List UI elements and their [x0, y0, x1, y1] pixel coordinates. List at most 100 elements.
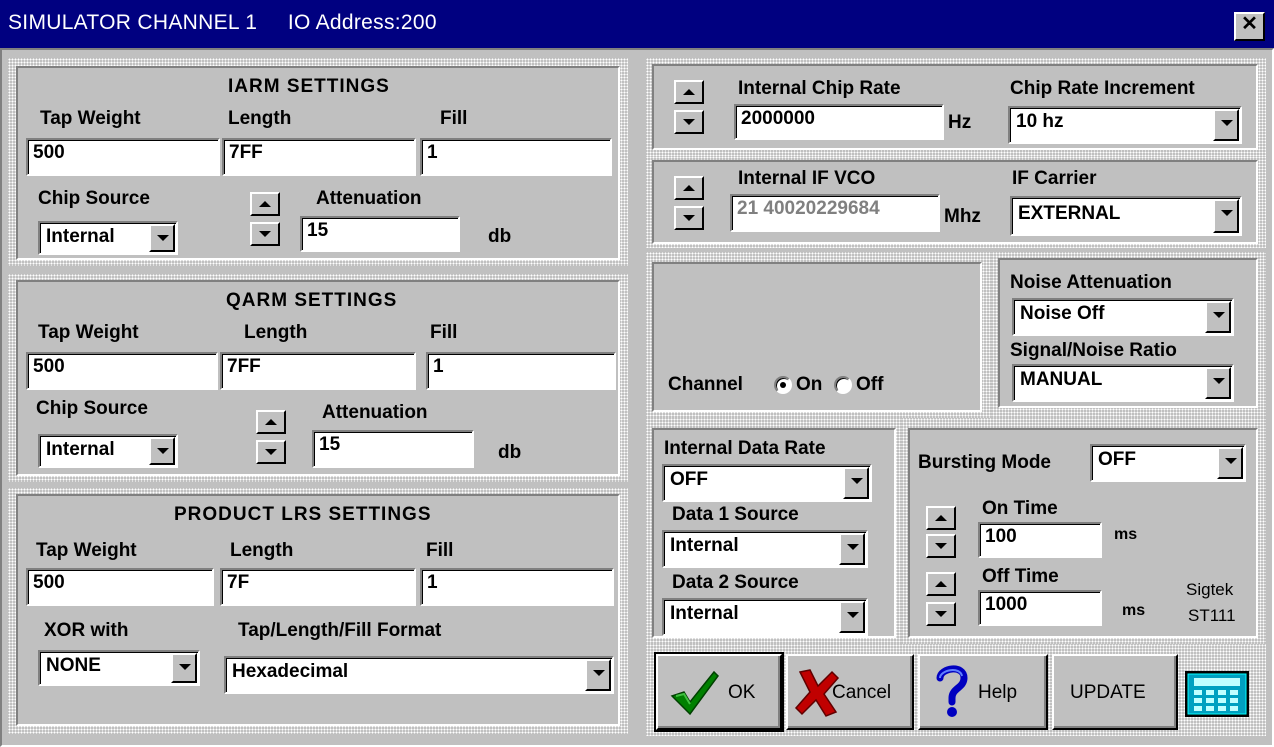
- data2-source-value: Internal: [670, 603, 739, 624]
- chip-rate-input[interactable]: 2000000: [734, 104, 944, 140]
- qarm-heading: QARM SETTINGS: [226, 290, 398, 311]
- update-button[interactable]: UPDATE: [1052, 654, 1178, 730]
- off-time-down-button[interactable]: [926, 602, 956, 626]
- qarm-tap-weight-input[interactable]: 500: [26, 352, 218, 390]
- if-vco-down-button[interactable]: [674, 206, 704, 230]
- chevron-down-icon[interactable]: [1213, 199, 1239, 233]
- keypad-icon: [1185, 671, 1249, 717]
- on-time-up-button[interactable]: [926, 506, 956, 530]
- chevron-down-icon[interactable]: [1213, 109, 1239, 141]
- iarm-length-input[interactable]: 7FF: [222, 138, 416, 176]
- ok-button[interactable]: OK: [654, 652, 784, 732]
- update-label: UPDATE: [1070, 682, 1146, 703]
- iarm-chip-source-select[interactable]: Internal: [38, 221, 178, 255]
- if-carrier-select[interactable]: EXTERNAL: [1010, 196, 1242, 236]
- chevron-down-icon[interactable]: [839, 533, 865, 565]
- iarm-attenuation-unit: db: [488, 226, 512, 247]
- qarm-length-input[interactable]: 7FF: [220, 352, 416, 390]
- channel-off-radio[interactable]: [834, 376, 852, 394]
- if-vco-panel: Internal IF VCO 21 40020229684 Mhz IF Ca…: [652, 160, 1258, 244]
- chevron-down-icon[interactable]: [149, 224, 175, 252]
- chevron-down-icon[interactable]: [839, 601, 865, 633]
- channel-on-radio[interactable]: [774, 376, 792, 394]
- lrs-format-select[interactable]: Hexadecimal: [224, 656, 614, 694]
- noise-attenuation-value: Noise Off: [1020, 303, 1105, 324]
- chevron-down-icon[interactable]: [149, 437, 175, 465]
- iarm-attenuation-label: Attenuation: [316, 188, 422, 209]
- on-time-label: On Time: [982, 498, 1058, 519]
- data2-source-select[interactable]: Internal: [662, 598, 868, 636]
- iarm-fill-input[interactable]: 1: [420, 138, 612, 176]
- iarm-attenuation-input[interactable]: 15: [300, 216, 460, 252]
- iarm-attenuation-down-button[interactable]: [250, 222, 280, 246]
- brand-line1: Sigtek: [1186, 580, 1234, 599]
- chevron-down-icon[interactable]: [1205, 367, 1231, 399]
- data1-source-select[interactable]: Internal: [662, 530, 868, 568]
- snr-value: MANUAL: [1020, 369, 1103, 390]
- keypad-button[interactable]: [1184, 670, 1250, 718]
- brand-line2: ST111: [1188, 606, 1236, 625]
- data1-source-value: Internal: [670, 535, 739, 556]
- lrs-tap-weight-input[interactable]: 500: [26, 568, 214, 606]
- snr-select[interactable]: MANUAL: [1012, 364, 1234, 402]
- iarm-tap-weight-label: Tap Weight: [40, 108, 141, 129]
- on-time-input[interactable]: 100: [978, 522, 1102, 558]
- snr-label: Signal/Noise Ratio: [1010, 340, 1177, 361]
- chevron-down-icon[interactable]: [843, 467, 869, 499]
- if-vco-up-button[interactable]: [674, 176, 704, 200]
- chevron-down-icon[interactable]: [1217, 447, 1243, 479]
- qarm-attenuation-unit: db: [498, 442, 522, 463]
- chip-rate-down-button[interactable]: [674, 110, 704, 134]
- if-carrier-value: EXTERNAL: [1018, 203, 1121, 224]
- cancel-button[interactable]: Cancel: [786, 654, 914, 730]
- chip-rate-up-button[interactable]: [674, 80, 704, 104]
- noise-attenuation-select[interactable]: Noise Off: [1012, 298, 1234, 336]
- data-rate-select[interactable]: OFF: [662, 464, 872, 502]
- iarm-length-label: Length: [228, 108, 292, 129]
- iarm-chip-source-label: Chip Source: [38, 188, 150, 209]
- chip-rate-increment-value: 10 hz: [1016, 111, 1064, 132]
- qarm-attenuation-up-button[interactable]: [256, 410, 286, 434]
- data-rate-label: Internal Data Rate: [664, 438, 826, 459]
- chip-rate-panel: Internal Chip Rate 2000000 Hz Chip Rate …: [652, 64, 1258, 150]
- close-icon: ✕: [1241, 13, 1258, 35]
- chip-rate-increment-select[interactable]: 10 hz: [1008, 106, 1242, 144]
- chevron-down-icon[interactable]: [585, 659, 611, 691]
- channel-panel: Channel On Off: [652, 262, 982, 412]
- ok-label: OK: [728, 682, 756, 703]
- off-time-unit: ms: [1122, 602, 1146, 619]
- close-button[interactable]: ✕: [1234, 12, 1265, 41]
- lrs-panel: PRODUCT LRS SETTINGS Tap Weight Length F…: [16, 494, 620, 726]
- on-time-unit: ms: [1114, 526, 1138, 543]
- on-time-down-button[interactable]: [926, 534, 956, 558]
- data1-source-label: Data 1 Source: [672, 504, 799, 525]
- lrs-tap-weight-label: Tap Weight: [36, 540, 137, 561]
- if-vco-label: Internal IF VCO: [738, 168, 876, 189]
- chip-rate-increment-label: Chip Rate Increment: [1010, 78, 1195, 99]
- help-button[interactable]: Help: [918, 654, 1048, 730]
- lrs-fill-label: Fill: [426, 540, 454, 561]
- qarm-fill-input[interactable]: 1: [426, 352, 616, 390]
- qarm-chip-source-select[interactable]: Internal: [38, 434, 178, 468]
- qarm-chip-source-label: Chip Source: [36, 398, 148, 419]
- bursting-mode-select[interactable]: OFF: [1090, 444, 1246, 482]
- bursting-panel: Bursting Mode OFF On Time 100 ms Off Tim…: [908, 428, 1258, 638]
- if-vco-input[interactable]: 21 40020229684: [730, 194, 940, 232]
- lrs-heading: PRODUCT LRS SETTINGS: [174, 504, 432, 525]
- qarm-attenuation-down-button[interactable]: [256, 440, 286, 464]
- qarm-attenuation-input[interactable]: 15: [312, 430, 474, 468]
- off-time-input[interactable]: 1000: [978, 590, 1102, 626]
- chevron-down-icon[interactable]: [1205, 301, 1231, 333]
- iarm-panel: IARM SETTINGS Tap Weight Length Fill 500…: [16, 66, 620, 260]
- lrs-length-input[interactable]: 7F: [220, 568, 416, 606]
- title-bar: SIMULATOR CHANNEL 1 IO Address:200 ✕: [0, 0, 1274, 48]
- question-icon: [936, 665, 968, 717]
- chip-rate-label: Internal Chip Rate: [738, 78, 901, 99]
- iarm-tap-weight-input[interactable]: 500: [26, 138, 220, 176]
- off-time-up-button[interactable]: [926, 572, 956, 596]
- chevron-down-icon[interactable]: [171, 653, 197, 683]
- lrs-fill-input[interactable]: 1: [420, 568, 614, 606]
- iarm-attenuation-up-button[interactable]: [250, 192, 280, 216]
- qarm-panel: QARM SETTINGS Tap Weight Length Fill 500…: [16, 280, 620, 476]
- lrs-xor-select[interactable]: NONE: [38, 650, 200, 686]
